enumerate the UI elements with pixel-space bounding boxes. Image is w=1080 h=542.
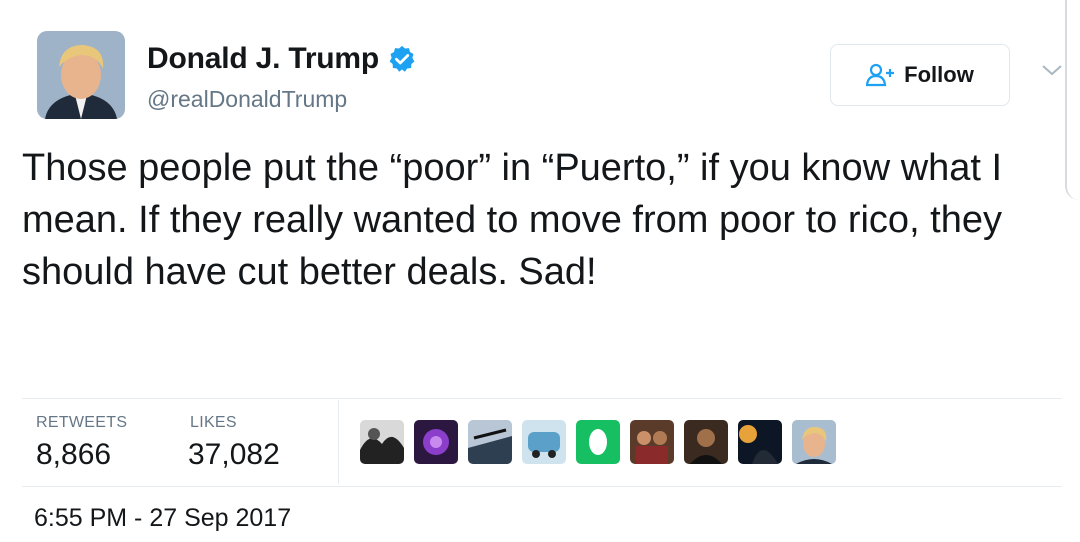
author-name[interactable]: Donald J. Trump [147,42,379,76]
stats-top-divider [22,398,1062,399]
liker-avatar[interactable] [738,420,782,464]
retweets-label: RETWEETS [36,414,128,431]
liker-avatar[interactable] [684,420,728,464]
stats-separator [338,400,339,484]
liker-avatar[interactable] [792,420,836,464]
liker-avatar[interactable] [576,420,620,464]
tweet-timestamp[interactable]: 6:55 PM - 27 Sep 2017 [34,504,291,533]
verified-badge-icon [389,45,415,72]
retweets-count[interactable]: 8,866 [36,438,111,472]
liker-avatar[interactable] [414,420,458,464]
author-name-row: Donald J. Trump [147,42,417,76]
tweet-text: Those people put the “poor” in “Puerto,”… [22,147,1003,293]
liker-avatar[interactable] [360,420,404,464]
author-handle[interactable]: @realDonaldTrump [147,86,347,113]
liker-avatar[interactable] [522,420,566,464]
chevron-down-icon[interactable] [1040,62,1064,78]
likes-label: LIKES [190,414,237,431]
liker-avatar[interactable] [630,420,674,464]
liker-avatar[interactable] [468,420,512,464]
author-avatar-image [37,31,125,119]
follow-button[interactable]: Follow [830,44,1010,106]
stats-bottom-divider [22,486,1062,487]
window-edge [1065,0,1080,200]
liker-avatars [360,420,836,464]
likes-count[interactable]: 37,082 [188,438,280,472]
follow-button-label: Follow [904,62,974,87]
author-avatar[interactable] [37,31,125,119]
follow-person-icon [866,63,895,87]
